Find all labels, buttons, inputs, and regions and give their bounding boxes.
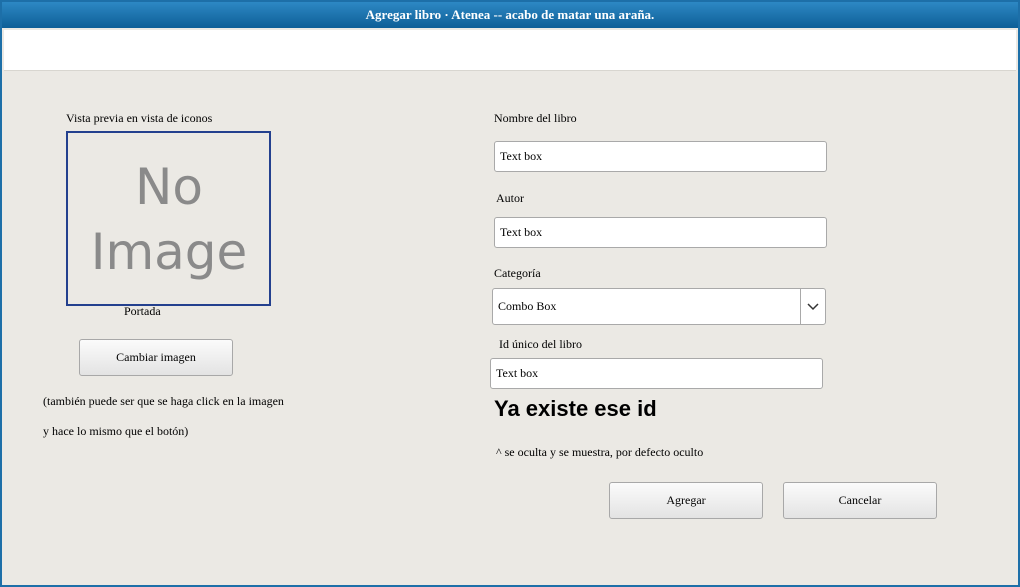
add-book-window: Agregar libro · Atenea -- acabo de matar… [0,0,1020,587]
preview-label: Vista previa en vista de iconos [66,111,213,125]
chevron-down-icon[interactable] [800,289,825,324]
book-name-input[interactable]: Text box [494,141,827,172]
duplicate-id-error: Ya existe ese id [494,396,657,421]
note-line-2: y hace lo mismo que el botón) [43,424,189,438]
cover-label: Portada [124,304,161,318]
add-button[interactable]: Agregar [609,482,763,519]
no-image-line1: No [135,158,203,216]
category-selected-value: Combo Box [498,299,557,313]
note-line-1: (también puede ser que se haga click en … [43,394,284,408]
category-label: Categoría [494,266,541,280]
error-visibility-note: ^ se oculta y se muestra, por defecto oc… [496,445,704,459]
chevron-down-glyph [807,302,819,310]
book-id-input[interactable]: Text box [490,358,823,389]
toolbar-strip [4,30,1016,71]
author-input[interactable]: Text box [494,217,827,248]
cover-image-preview[interactable]: No Image [66,131,271,306]
category-combobox[interactable]: Combo Box [492,288,826,325]
window-title: Agregar libro · Atenea -- acabo de matar… [2,2,1018,28]
change-image-button[interactable]: Cambiar imagen [79,339,233,376]
no-image-line2: Image [90,223,247,281]
book-name-label: Nombre del libro [494,111,577,125]
author-label: Autor [496,191,524,205]
book-id-label: Id único del libro [499,337,582,351]
no-image-placeholder-icon: No Image [90,158,247,281]
cancel-button[interactable]: Cancelar [783,482,937,519]
